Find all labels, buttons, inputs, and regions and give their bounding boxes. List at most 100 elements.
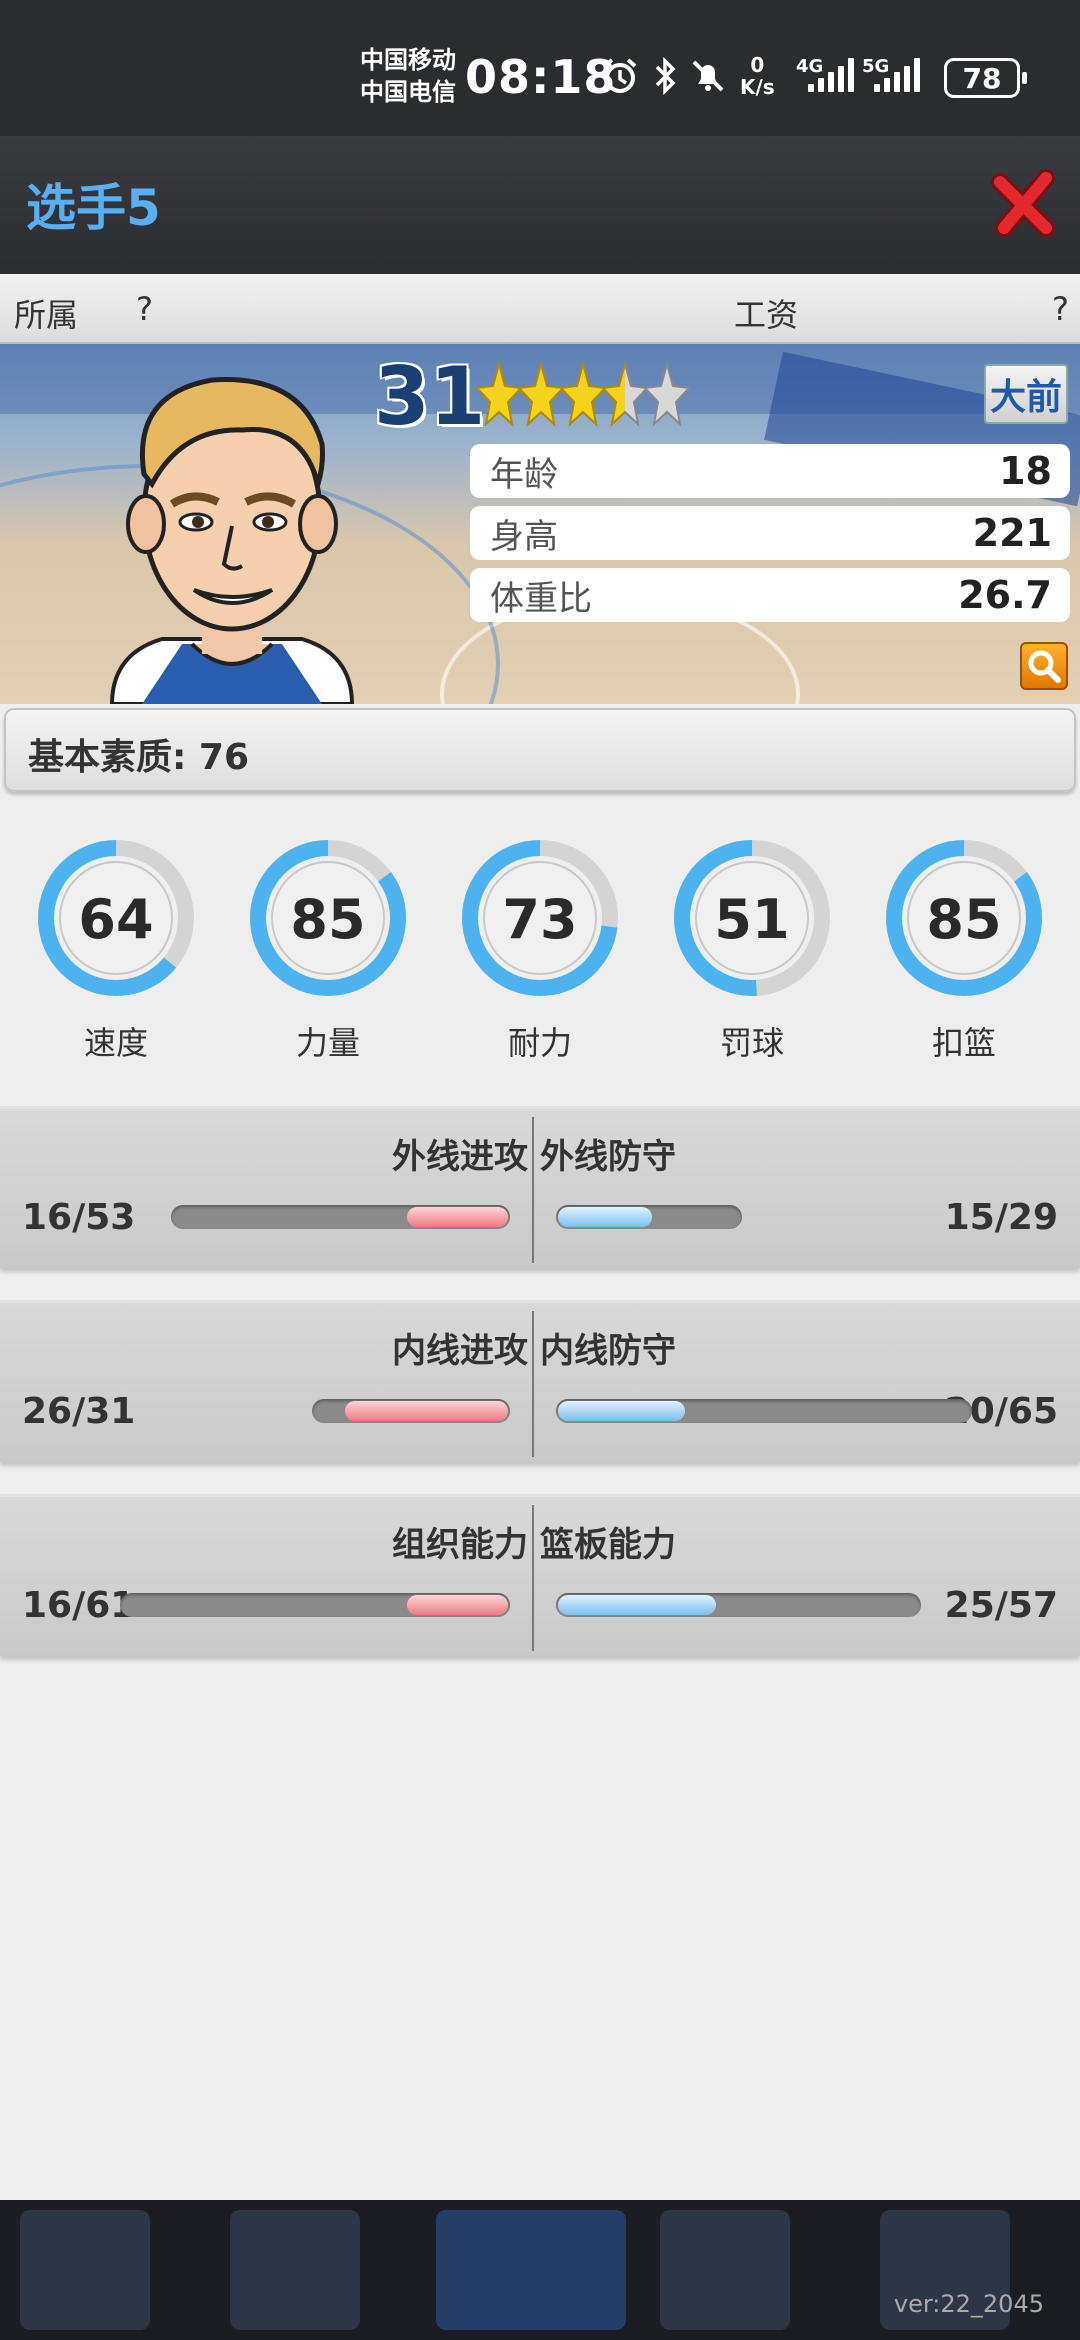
- signal-4g: 4G: [796, 56, 858, 96]
- skill-right-name: 外线防守: [540, 1137, 676, 1177]
- gauge-value: 73: [502, 888, 578, 951]
- bluetooth-icon: [646, 56, 686, 96]
- team-value: ?: [136, 290, 153, 328]
- attribute-gauge: 64 速度: [36, 838, 196, 1062]
- skill-right-bar-fill: [558, 1207, 652, 1227]
- position-label: 大前: [989, 377, 1062, 418]
- net-speed-unit: K/s: [740, 75, 775, 99]
- carrier-names: 中国移动 中国电信: [360, 44, 456, 108]
- version-label: ver:22_2045: [893, 2290, 1044, 2318]
- skill-left-bar: [311, 1399, 510, 1423]
- status-bar: 中国移动 中国电信 08:18 0 K/s 4G 5G 78: [0, 0, 1080, 136]
- page-title: 选手5: [26, 179, 161, 237]
- gauge-label: 耐力: [507, 1024, 572, 1062]
- skill-divider: [532, 1117, 534, 1263]
- skill-left-bar: [170, 1205, 510, 1229]
- age-label: 年龄: [490, 454, 558, 495]
- alarm-icon: [600, 56, 640, 96]
- nav-button-1[interactable]: [20, 2210, 150, 2330]
- skill-left-bar: [119, 1593, 510, 1617]
- skill-right-value: 25/57: [944, 1585, 1058, 1626]
- base-attribute-label: 基本素质: 76: [28, 737, 250, 778]
- height-value: 221: [972, 511, 1052, 555]
- skill-left-name: 外线进攻: [392, 1137, 528, 1177]
- star-icon: [644, 360, 690, 427]
- skill-left-bar-fill: [344, 1401, 508, 1421]
- skill-row-playmaking: 组织能力 篮板能力 16/61 25/57: [0, 1494, 1080, 1656]
- carrier-1: 中国移动: [360, 46, 456, 74]
- gauge-value: 64: [78, 888, 154, 951]
- bottom-nav: ver:22_2045: [0, 2200, 1080, 2340]
- player-portrait: [109, 377, 355, 704]
- star-icon: [476, 360, 522, 427]
- skill-right-bar-fill: [558, 1401, 685, 1421]
- attributes-panel: 基本素质: 76 64 速度 85 力量 73 耐力 51 罚球 85 扣篮 外线进攻 外线防守 …: [0, 704, 1080, 2200]
- team-label: 所属: [14, 296, 79, 334]
- skill-left-bar-fill: [406, 1595, 508, 1615]
- attribute-gauge: 85 力量: [248, 838, 408, 1062]
- search-icon: [1028, 650, 1061, 683]
- base-attribute-header: 基本素质: 76: [4, 708, 1076, 792]
- dialog-header: 选手5: [0, 136, 1080, 274]
- gauge-label: 罚球: [719, 1024, 784, 1062]
- skill-right-name: 内线防守: [540, 1331, 676, 1371]
- skill-left-name: 内线进攻: [392, 1331, 528, 1371]
- attribute-gauge: 73 耐力: [460, 838, 620, 1062]
- age-row: 年龄 18: [470, 444, 1070, 498]
- player-rating: 31: [374, 350, 486, 443]
- skill-right-bar: [556, 1399, 972, 1423]
- battery-level: 78: [962, 61, 1002, 95]
- attribute-gauge: 85 扣篮: [884, 838, 1044, 1062]
- close-icon: [991, 169, 1055, 237]
- nav-button-3[interactable]: [436, 2210, 626, 2330]
- star-icon: [518, 360, 564, 427]
- skill-right-name: 篮板能力: [540, 1525, 676, 1565]
- clock: 08:18: [465, 50, 617, 104]
- skill-left-value: 16/61: [22, 1585, 136, 1626]
- signal-5g: 5G: [862, 56, 924, 96]
- skill-left-bar-fill: [406, 1207, 508, 1227]
- weight-ratio-label: 体重比: [490, 578, 592, 619]
- star-icon: [560, 360, 606, 427]
- skill-right-bar: [556, 1593, 921, 1617]
- star-rating: [476, 360, 690, 430]
- carrier-2: 中国电信: [360, 78, 456, 106]
- height-row: 身高 221: [470, 506, 1070, 560]
- gauge-value: 85: [926, 888, 1002, 951]
- gauge-label: 扣篮: [931, 1024, 996, 1062]
- gauge-value: 51: [714, 888, 790, 951]
- gauge-value: 85: [290, 888, 366, 951]
- player-info-bar: 所属 ? 工资 ?: [0, 274, 1080, 344]
- signal-4g-label: 4G: [796, 56, 824, 77]
- net-speed-value: 0: [750, 53, 765, 77]
- salary-label: 工资: [734, 296, 799, 334]
- signal-5g-label: 5G: [862, 56, 890, 77]
- player-card: 31 大前 年龄 18 身高 221 体重比 26.7: [0, 344, 1080, 704]
- salary-value: ?: [1052, 290, 1069, 328]
- search-button[interactable]: [1020, 642, 1068, 690]
- weight-ratio-row: 体重比 26.7: [470, 568, 1070, 622]
- gauge-label: 速度: [83, 1024, 148, 1062]
- position-badge: 大前: [984, 364, 1068, 424]
- nav-button-4[interactable]: [660, 2210, 790, 2330]
- net-speed: 0 K/s: [740, 54, 775, 98]
- gauge-label: 力量: [295, 1024, 360, 1062]
- skill-right-value: 15/29: [944, 1197, 1058, 1238]
- battery-indicator: 78: [944, 58, 1027, 98]
- skill-right-bar: [556, 1205, 742, 1229]
- skill-left-name: 组织能力: [392, 1525, 528, 1565]
- skill-left-value: 16/53: [22, 1197, 136, 1238]
- skill-left-value: 26/31: [22, 1391, 136, 1432]
- close-button[interactable]: [990, 168, 1060, 238]
- skill-divider: [532, 1505, 534, 1651]
- nav-button-2[interactable]: [230, 2210, 360, 2330]
- skill-row-interior: 内线进攻 内线防守 26/31 20/65: [0, 1300, 1080, 1462]
- age-value: 18: [999, 449, 1052, 493]
- skill-right-bar-fill: [558, 1595, 717, 1615]
- skill-divider: [532, 1311, 534, 1457]
- weight-ratio-value: 26.7: [958, 573, 1052, 617]
- mute-icon: [688, 56, 728, 96]
- star-icon: [602, 360, 648, 427]
- skill-row-perimeter: 外线进攻 外线防守 16/53 15/29: [0, 1106, 1080, 1268]
- attribute-gauge: 51 罚球: [672, 838, 832, 1062]
